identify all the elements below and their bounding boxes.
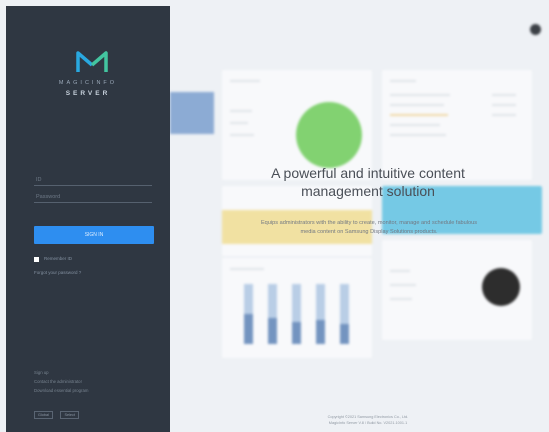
card-title-line [390,80,416,82]
language-button-global[interactable]: Global [34,411,53,419]
card-text-line [390,298,412,300]
chart-bar [292,322,301,344]
brand-name: MAGICINFO [58,80,118,86]
chart-bar [244,314,253,344]
chart-bar [340,324,349,344]
download-program-link[interactable]: Download essential program [34,386,88,395]
chart-bar [316,320,325,344]
forgot-password-link[interactable]: Forgot your password ? [34,270,81,275]
card-text-line [390,270,410,272]
sign-up-link[interactable]: Sign up [34,368,88,377]
contact-admin-link[interactable]: Contact the administrator [34,377,88,386]
chart-bar [268,318,277,344]
user-avatar [530,24,541,35]
version-line: MagicInfo Server V.8 / Build No. V2021.1… [328,421,408,425]
login-screen: MAGICINFO SERVER SIGN IN Remember ID For… [0,0,549,432]
blue-panel [170,92,214,134]
card-text-line [492,104,516,106]
hero-subtext: Equips administrators with the ability t… [260,220,478,235]
remember-id-checkbox[interactable] [34,257,39,262]
card-text-line [230,110,252,112]
card-title-line [230,80,260,82]
hero-headline: A powerful and intuitive content managem… [271,165,465,199]
id-input[interactable] [34,174,152,186]
card-title-line [230,268,264,270]
card-text-line [390,114,448,116]
footer-links: Sign up Contact the administrator Downlo… [34,368,88,395]
usage-pie-chart [296,102,362,168]
remember-id-label: Remember ID [44,256,73,261]
password-input[interactable] [34,191,152,203]
card-text-line [390,104,444,106]
card-text-line [230,122,248,124]
card-text-line [390,134,446,136]
copyright-text: Copyright ©2021 Samsung Electronics Co.,… [288,414,448,426]
card-text-line [390,124,440,126]
sign-in-button[interactable]: SIGN IN [34,226,154,244]
magicinfo-logo-icon [76,51,108,72]
language-selector: Global Select [34,403,82,421]
card-text-line [492,94,516,96]
bar-chart-card [222,258,372,358]
language-button-select[interactable]: Select [60,411,79,419]
brand-product: SERVER [65,90,111,97]
card-text-line [390,284,416,286]
card-text-line [390,94,450,96]
login-panel: MAGICINFO SERVER SIGN IN Remember ID For… [6,6,170,432]
card-text-line [492,114,516,116]
device-thumbnail [482,268,520,306]
card-text-line [230,134,254,136]
device-card [382,240,532,340]
